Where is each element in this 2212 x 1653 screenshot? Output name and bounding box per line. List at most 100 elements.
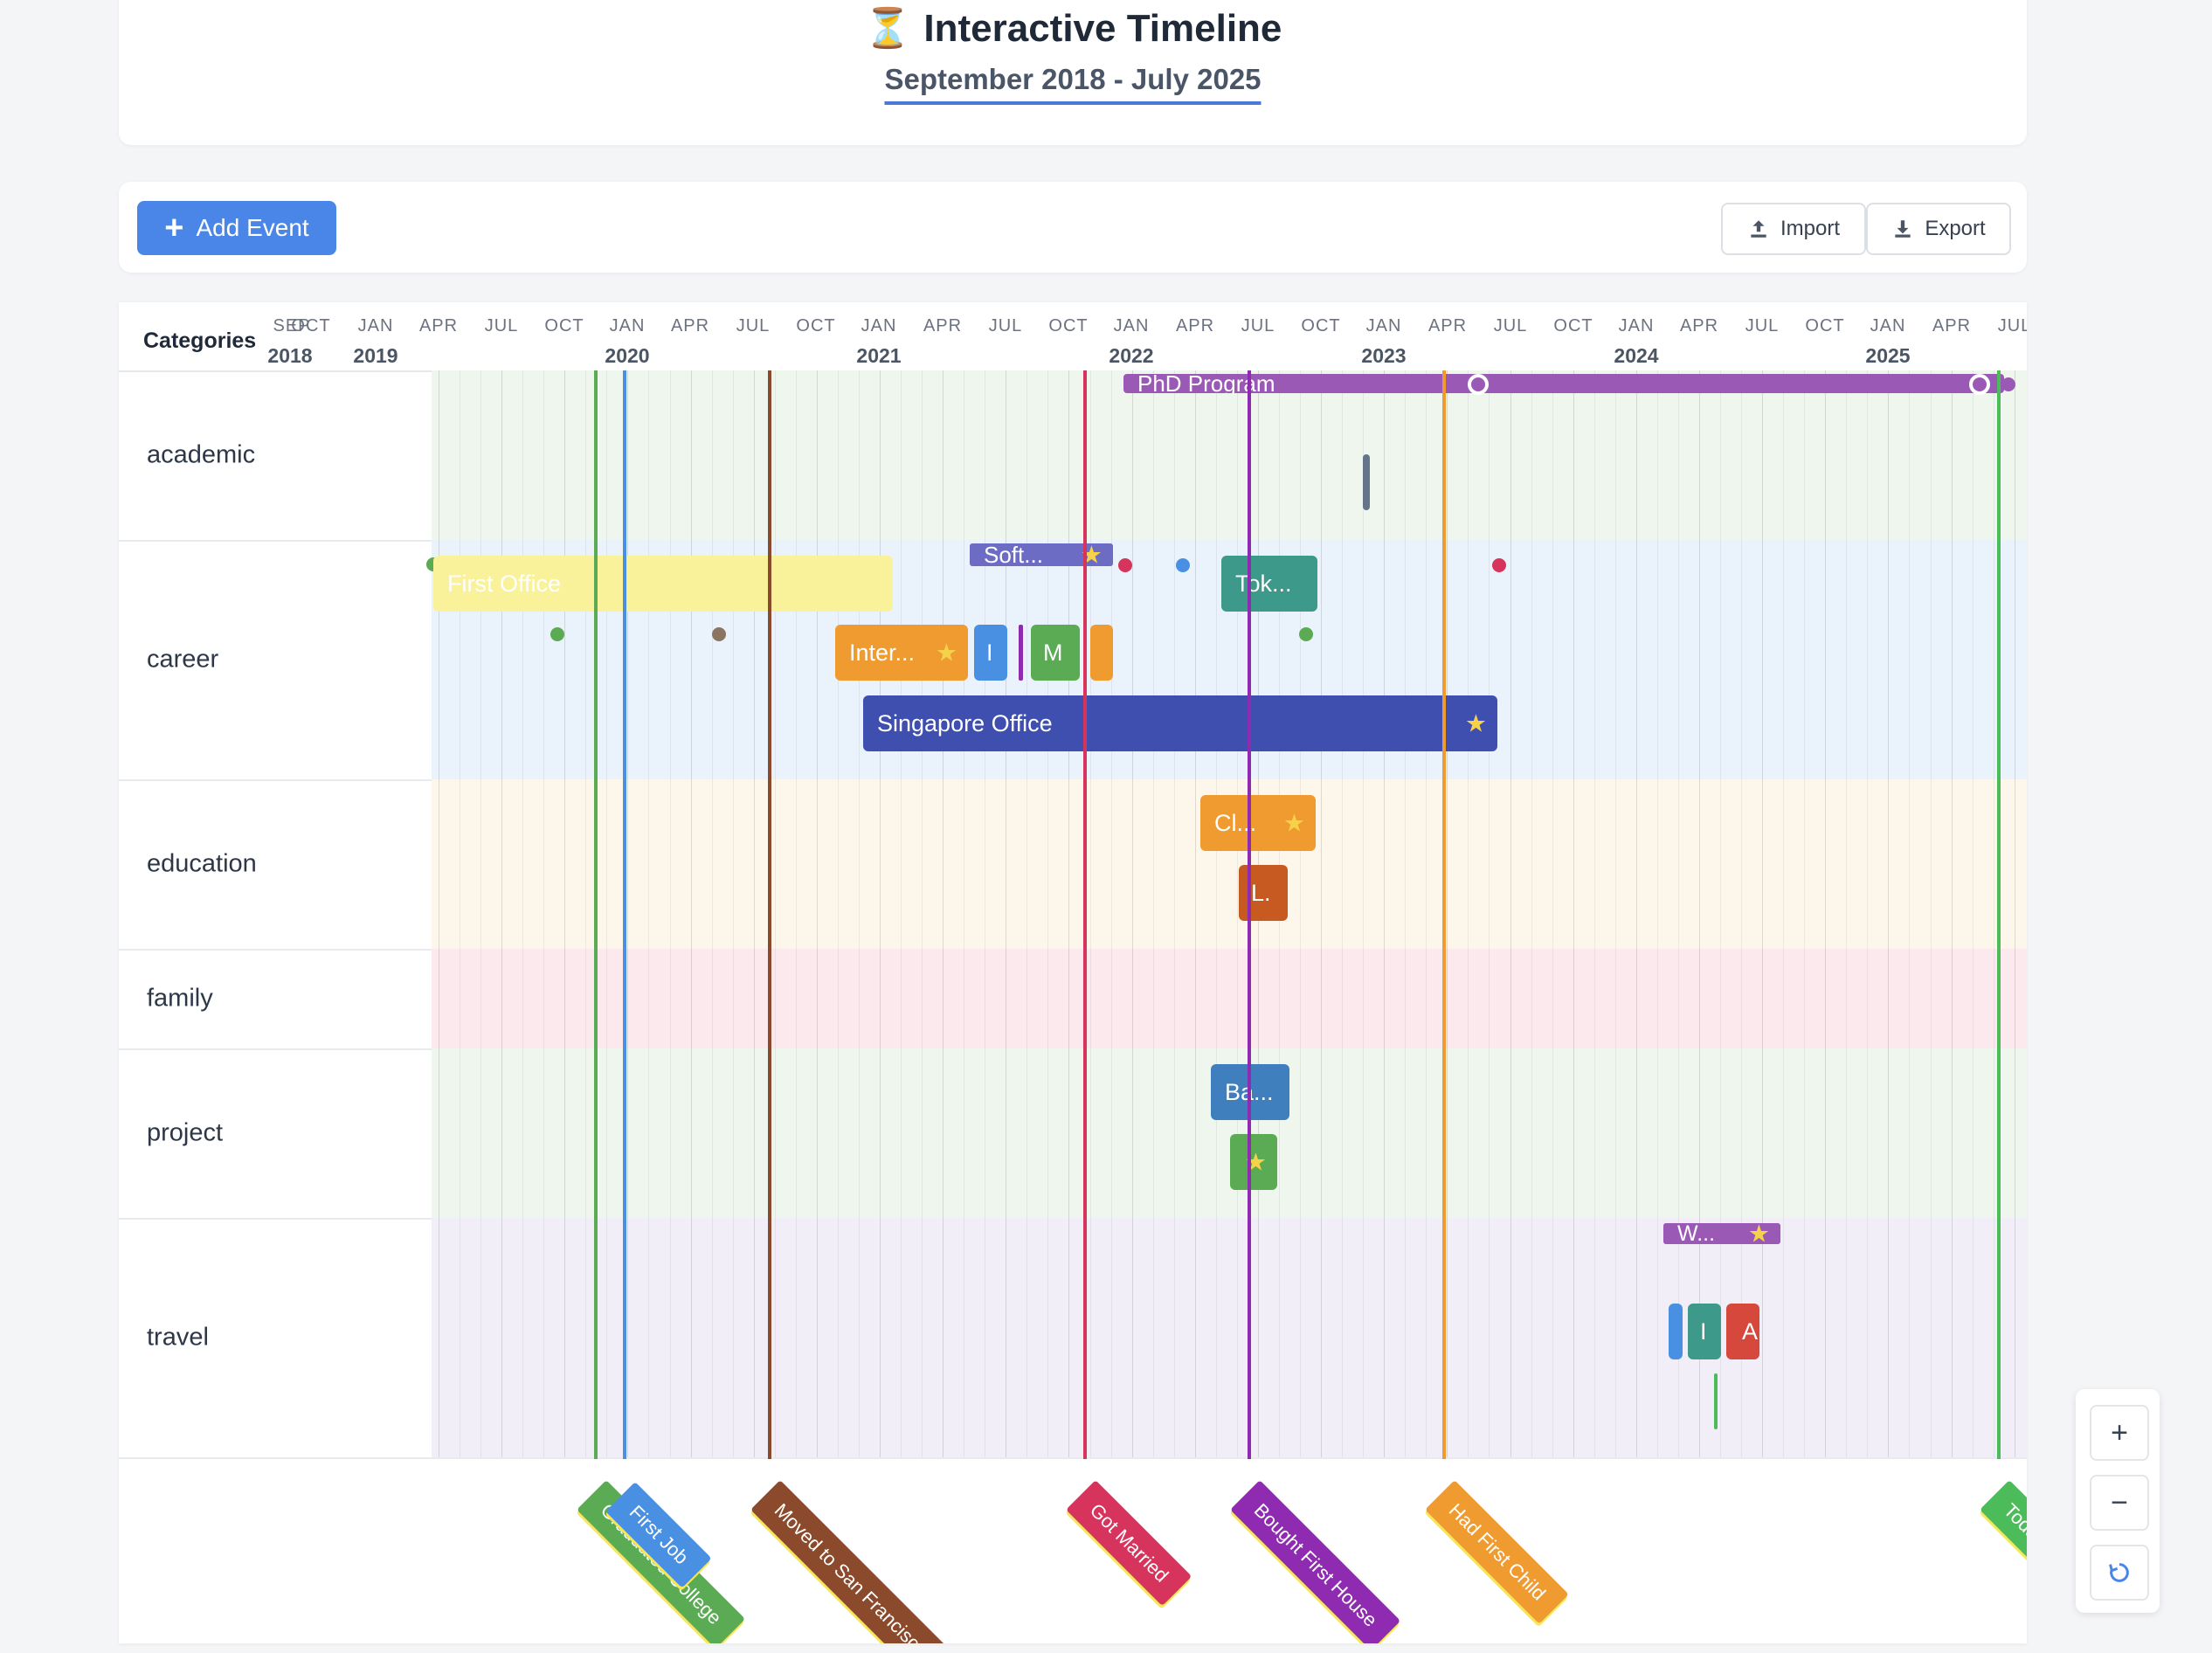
grid-line [880, 370, 881, 1457]
event-cl[interactable]: Cl... ★ [1200, 795, 1316, 851]
grid-line [1405, 370, 1406, 1457]
grid-line [1825, 370, 1826, 1457]
grid-line [522, 370, 523, 1457]
event-label: Tok... [1235, 570, 1292, 597]
event-marker[interactable] [1176, 558, 1190, 572]
year-label: 2024 [1614, 344, 1659, 367]
month-label: JUL [988, 316, 1023, 335]
event-travel-i[interactable]: I [1688, 1304, 1721, 1359]
grid-line [1636, 370, 1637, 1457]
grid-line [796, 370, 797, 1457]
grid-line [1132, 370, 1133, 1457]
grid-line [1657, 370, 1658, 1457]
grid-line [1552, 370, 1553, 1457]
grid-line [1931, 370, 1932, 1457]
month-label: JAN [1870, 316, 1906, 335]
grid-line [733, 370, 734, 1457]
event-career-m[interactable]: M [1031, 625, 1080, 681]
grid-line [754, 370, 755, 1457]
date-range-subtitle: September 2018 - July 2025 [884, 63, 1262, 105]
event-marker[interactable] [712, 627, 726, 641]
event-inter[interactable]: Inter... ★ [835, 625, 968, 681]
grid-line [1804, 370, 1805, 1457]
year-label: 2019 [353, 344, 398, 367]
event-travel-a[interactable]: A [1726, 1304, 1759, 1359]
grid-line [1909, 370, 1910, 1457]
grid-line [1426, 370, 1427, 1457]
event-marker[interactable] [2001, 377, 2015, 391]
grid-line [1153, 370, 1154, 1457]
milestone-label-today[interactable]: Today [1980, 1480, 2027, 1571]
zoom-out-button[interactable]: − [2090, 1475, 2149, 1531]
grid-line [817, 370, 818, 1457]
row-label-project: project [147, 1118, 224, 1147]
month-label: JAN [609, 316, 646, 335]
event-academic-small[interactable] [1363, 454, 1370, 510]
month-label: APR [1175, 316, 1215, 335]
month-label: JUL [484, 316, 519, 335]
reset-zoom-button[interactable] [2090, 1545, 2149, 1601]
event-travel-thin[interactable] [1714, 1373, 1718, 1429]
event-marker[interactable] [1468, 374, 1489, 395]
event-label: M [1043, 639, 1063, 666]
add-event-button[interactable]: + Add Event [137, 201, 336, 255]
event-phd-program[interactable]: PhD Program [1123, 374, 2004, 393]
import-label: Import [1780, 217, 1840, 240]
categories-header: Categories [143, 329, 257, 353]
timeline-chart: Categories SEP OCT JAN APR JUL OCT JAN APR JUL OC… [119, 302, 2027, 1643]
event-marker[interactable] [1118, 558, 1132, 572]
month-label: JUL [1745, 316, 1780, 335]
event-label: I [986, 639, 993, 666]
milestone-line-had-first-child [1442, 370, 1446, 1459]
zoom-in-button[interactable]: + [2090, 1405, 2149, 1461]
event-w[interactable]: W... ★ [1663, 1223, 1780, 1244]
event-tok[interactable]: Tok... [1221, 556, 1317, 612]
milestone-line-bought-first-house [1248, 370, 1251, 1459]
milestone-label-had-first-child[interactable]: Had First Child [1425, 1480, 1570, 1625]
month-label: OCT [1048, 316, 1089, 335]
milestone-line-today [1997, 370, 2001, 1459]
grid-line [606, 370, 607, 1457]
milestone-label-got-married[interactable]: Got Married [1066, 1480, 1192, 1607]
event-marker[interactable] [1969, 374, 1990, 395]
grid-line [1973, 370, 1974, 1457]
import-button[interactable]: Import [1721, 203, 1866, 255]
grid-line [1300, 370, 1301, 1457]
star-icon: ★ [1747, 1223, 1770, 1244]
star-icon: ★ [1464, 709, 1487, 737]
event-label: Inter... [849, 639, 916, 666]
header-card: ⏳ Interactive Timeline September 2018 - J… [119, 0, 2027, 145]
milestone-label-bought-first-house[interactable]: Bought First House [1230, 1480, 1401, 1643]
event-l[interactable]: L. [1239, 865, 1288, 921]
event-project-green[interactable]: ★ [1230, 1134, 1277, 1190]
grid-line [1237, 370, 1238, 1457]
milestone-line-graduated-college [594, 370, 598, 1459]
event-singapore-office[interactable]: Singapore Office ★ [863, 695, 1497, 751]
event-career-i[interactable]: I [974, 625, 1007, 681]
event-first-office[interactable]: First Office [433, 556, 893, 612]
milestone-label-moved-to-san-francisco[interactable]: Moved to San Francisco [750, 1480, 952, 1643]
event-marker[interactable] [1492, 558, 1506, 572]
event-soft[interactable]: Soft... ★ [970, 543, 1113, 566]
event-career-thin[interactable] [1019, 625, 1023, 681]
month-label: APR [923, 316, 963, 335]
event-career-orange[interactable] [1090, 625, 1113, 681]
grid-line [1573, 370, 1574, 1457]
grid-line [564, 370, 565, 1457]
grid-line [1762, 370, 1763, 1457]
grid-line [1090, 370, 1091, 1457]
grid-line [1342, 370, 1343, 1457]
grid-line [1216, 370, 1217, 1457]
month-label: JAN [1113, 316, 1150, 335]
month-label: APR [418, 316, 459, 335]
page-title: ⏳ Interactive Timeline [119, 5, 2027, 51]
grid-line [1531, 370, 1532, 1457]
year-label: 2023 [1361, 344, 1407, 367]
star-icon: ★ [935, 639, 957, 667]
grid-line [838, 370, 839, 1457]
event-marker[interactable] [1299, 627, 1313, 641]
event-marker[interactable] [550, 627, 564, 641]
export-button[interactable]: Export [1866, 203, 2011, 255]
year-label: 2020 [605, 344, 650, 367]
event-travel-blue[interactable] [1669, 1304, 1683, 1359]
